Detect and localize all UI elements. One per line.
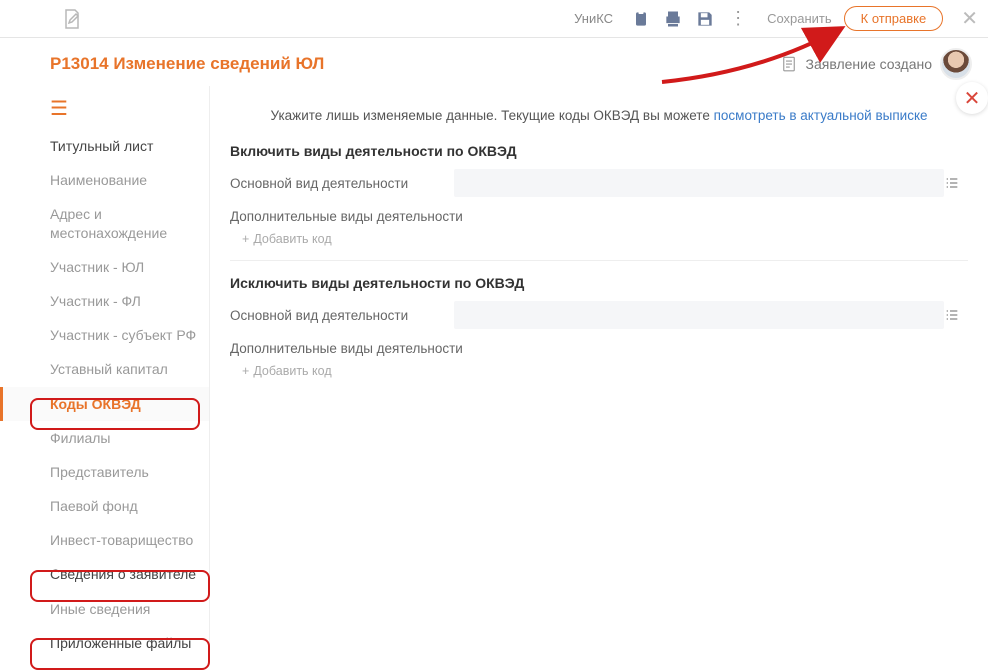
list-menu-icon-2[interactable] bbox=[944, 307, 968, 323]
sidebar-item-1[interactable]: Наименование bbox=[0, 163, 209, 197]
exclude-heading: Исключить виды деятельности по ОКВЭД bbox=[230, 275, 968, 291]
sidebar-item-2[interactable]: Адрес и местонахождение bbox=[0, 197, 209, 249]
status-text: Заявление создано bbox=[806, 56, 933, 72]
save-disk-icon[interactable] bbox=[695, 9, 715, 29]
main-content: ✕ Укажите лишь изменяемые данные. Текущи… bbox=[210, 86, 988, 646]
sidebar-item-7[interactable]: Коды ОКВЭД bbox=[0, 387, 209, 421]
plus-icon-2: + bbox=[242, 364, 249, 378]
include-main-input[interactable] bbox=[454, 169, 944, 197]
sidebar-item-3[interactable]: Участник - ЮЛ bbox=[0, 250, 209, 284]
header: Р13014 Изменение сведений ЮЛ Заявление с… bbox=[0, 38, 988, 86]
sidebar-item-5[interactable]: Участник - субъект РФ bbox=[0, 318, 209, 352]
include-additional-label: Дополнительные виды деятельности bbox=[230, 209, 968, 224]
sidebar-item-6[interactable]: Уставный капитал bbox=[0, 352, 209, 386]
sidebar-item-13[interactable]: Иные сведения bbox=[0, 592, 209, 626]
main-activity-label: Основной вид деятельности bbox=[230, 176, 454, 191]
include-add-code[interactable]: + Добавить код bbox=[230, 232, 332, 246]
send-button[interactable]: К отправке bbox=[844, 6, 944, 31]
sidebar-item-14[interactable]: Приложенные файлы bbox=[0, 626, 209, 660]
edit-document-icon bbox=[60, 7, 84, 31]
clipboard-icon[interactable] bbox=[631, 9, 651, 29]
exclude-additional-label: Дополнительные виды деятельности bbox=[230, 341, 968, 356]
sidebar: ☰ Титульный листНаименованиеАдрес и мест… bbox=[0, 86, 210, 646]
main-activity-label-2: Основной вид деятельности bbox=[230, 308, 454, 323]
hint-prefix: Укажите лишь изменяемые данные. Текущие … bbox=[270, 108, 713, 123]
exclude-main-input[interactable] bbox=[454, 301, 944, 329]
page-title: Р13014 Изменение сведений ЮЛ bbox=[50, 54, 780, 74]
topbar: УниКС ⋮ Сохранить К отправке ✕ bbox=[0, 0, 988, 38]
menu-toggle-icon[interactable]: ☰ bbox=[0, 92, 209, 129]
list-menu-icon[interactable] bbox=[944, 175, 968, 191]
avatar[interactable] bbox=[940, 48, 972, 80]
include-heading: Включить виды деятельности по ОКВЭД bbox=[230, 143, 968, 159]
sidebar-item-10[interactable]: Паевой фонд bbox=[0, 489, 209, 523]
plus-icon: + bbox=[242, 232, 249, 246]
sidebar-item-8[interactable]: Филиалы bbox=[0, 421, 209, 455]
exclude-add-code[interactable]: + Добавить код bbox=[230, 364, 332, 378]
hint-text: Укажите лишь изменяемые данные. Текущие … bbox=[230, 108, 968, 123]
print-icon[interactable] bbox=[663, 9, 683, 29]
include-main-row: Основной вид деятельности bbox=[230, 169, 968, 197]
sidebar-item-12[interactable]: Сведения о заявителе bbox=[0, 557, 209, 591]
status-area: Заявление создано bbox=[780, 48, 973, 80]
more-menu-icon[interactable]: ⋮ bbox=[729, 8, 747, 29]
exclude-main-row: Основной вид деятельности bbox=[230, 301, 968, 329]
close-panel-icon[interactable]: ✕ bbox=[956, 82, 988, 114]
divider bbox=[230, 260, 968, 261]
hint-link[interactable]: посмотреть в актуальной выписке bbox=[714, 108, 928, 123]
sidebar-item-4[interactable]: Участник - ФЛ bbox=[0, 284, 209, 318]
sidebar-item-0[interactable]: Титульный лист bbox=[0, 129, 209, 163]
app-name: УниКС bbox=[574, 11, 613, 26]
sidebar-item-9[interactable]: Представитель bbox=[0, 455, 209, 489]
sidebar-item-11[interactable]: Инвест-товарищество bbox=[0, 523, 209, 557]
close-icon[interactable]: ✕ bbox=[961, 6, 978, 31]
document-icon bbox=[780, 55, 798, 73]
save-link[interactable]: Сохранить bbox=[767, 11, 832, 26]
